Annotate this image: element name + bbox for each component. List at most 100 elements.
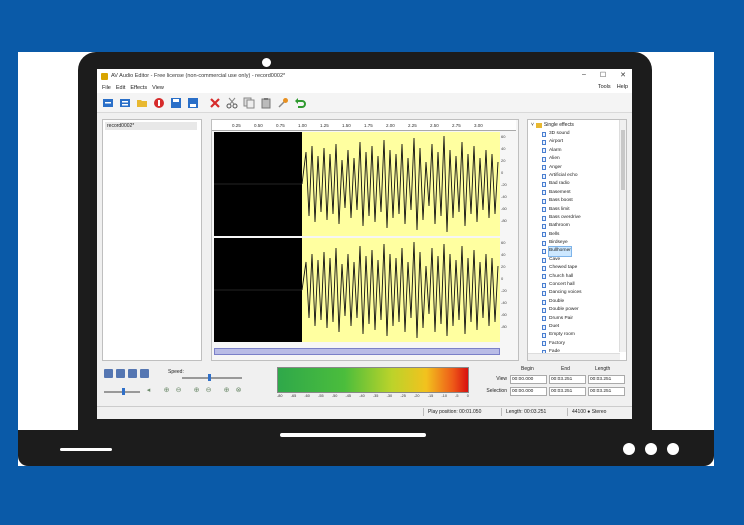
meter-scale-label: 0 xyxy=(466,394,469,398)
effect-item[interactable]: 3D sound xyxy=(542,130,618,138)
effect-file-icon xyxy=(542,307,546,313)
view-begin-field[interactable]: 00:00.000 xyxy=(510,375,547,384)
effect-item[interactable]: Bad radio xyxy=(542,180,618,188)
zoom-reset-icon[interactable]: ⊗ xyxy=(234,387,243,395)
speaker-icon[interactable]: ◂ xyxy=(144,387,153,395)
waveform-right xyxy=(214,241,499,339)
effect-file-icon xyxy=(542,324,546,330)
effect-item[interactable]: Basement xyxy=(542,189,618,197)
effect-label: 3D sound xyxy=(549,131,570,136)
effect-item[interactable]: Factory xyxy=(542,340,618,348)
effect-item[interactable]: Double power xyxy=(542,306,618,314)
menu-file[interactable]: File xyxy=(102,85,111,91)
waveform-area[interactable]: 0.25 0.50 0.75 1.00 1.25 1.50 1.75 2.00 … xyxy=(211,119,519,361)
minimize-button[interactable]: – xyxy=(582,71,586,79)
zoom-fit-icon[interactable]: ⊕ xyxy=(222,387,231,395)
effect-label: Artificial echo xyxy=(549,172,578,178)
menu-tools[interactable]: Tools xyxy=(598,84,611,90)
view-end-field[interactable]: 00:03.251 xyxy=(549,375,586,384)
copy-icon[interactable] xyxy=(242,96,256,110)
meter-scale-label: -65 xyxy=(290,394,297,398)
selection-length-field[interactable]: 00:03.251 xyxy=(588,387,625,396)
level-meter-scale: -80 -65 -60 -55 -50 -45 -40 -35 -30 -25 -20 -15 -10-… xyxy=(277,394,469,401)
effect-label: Chewed tape xyxy=(549,265,578,271)
selection-begin-field[interactable]: 00:00.000 xyxy=(510,387,547,396)
effects-scrollbar[interactable] xyxy=(619,120,626,352)
waveform-track-left[interactable] xyxy=(214,132,500,236)
effect-item[interactable]: Concert hall xyxy=(542,281,618,289)
selection-end-field[interactable]: 00:03.251 xyxy=(549,387,586,396)
undo-icon[interactable] xyxy=(293,96,307,110)
effects-scrollbar-thumb[interactable] xyxy=(621,130,625,190)
pause-button[interactable] xyxy=(128,369,137,378)
import-icon[interactable] xyxy=(101,96,115,110)
effect-item[interactable]: Anger xyxy=(542,164,618,172)
effect-item[interactable]: Double xyxy=(542,298,618,306)
play-button[interactable] xyxy=(104,369,113,378)
menu-effects[interactable]: Effects xyxy=(130,85,147,91)
speed-slider-track[interactable] xyxy=(182,377,242,379)
effect-item[interactable]: Bass overdrive xyxy=(542,214,618,222)
waveform-track-right[interactable] xyxy=(214,238,500,342)
meter-scale-label: -35 xyxy=(372,394,379,398)
zoom-out-icon[interactable]: ⊖ xyxy=(174,387,183,395)
save-as-icon[interactable] xyxy=(186,96,200,110)
effect-file-icon xyxy=(542,182,546,188)
effect-label: Factory xyxy=(549,340,565,346)
file-list-panel: record0002* xyxy=(102,119,202,361)
effects-horizontal-scrollbar[interactable] xyxy=(528,353,620,360)
effect-item[interactable]: Artificial echo xyxy=(542,172,618,180)
zoom-selection-icon[interactable]: ⊕ xyxy=(192,387,201,395)
effect-item[interactable]: Bass boost xyxy=(542,197,618,205)
loop-button[interactable] xyxy=(116,369,125,378)
effect-item[interactable]: Church hall xyxy=(542,273,618,281)
record-icon[interactable] xyxy=(152,96,166,110)
effect-item[interactable]: Empty room xyxy=(542,331,618,339)
close-button[interactable]: ✕ xyxy=(620,71,626,79)
menu-help[interactable]: Help xyxy=(617,84,628,90)
chevron-down-icon[interactable]: ˅ xyxy=(531,122,534,128)
effect-item[interactable]: Birdseye xyxy=(542,239,618,247)
effect-item[interactable]: Alien xyxy=(542,155,618,163)
stop-button[interactable] xyxy=(140,369,149,378)
effect-item[interactable]: Bathroom xyxy=(542,222,618,230)
menu-view[interactable]: View xyxy=(152,85,164,91)
zoom-full-icon[interactable]: ⊖ xyxy=(204,387,213,395)
view-length-field[interactable]: 00:03.251 xyxy=(588,375,625,384)
export-icon[interactable] xyxy=(118,96,132,110)
effect-file-icon xyxy=(542,249,546,255)
save-icon[interactable] xyxy=(169,96,183,110)
effect-item[interactable]: Drums Pair xyxy=(542,315,618,323)
effect-label: Anger xyxy=(549,164,562,170)
ruler-tick: 3.00 xyxy=(474,123,483,128)
meter-scale-label: -50 xyxy=(331,394,338,398)
effect-file-icon xyxy=(542,333,546,339)
effect-item[interactable]: Bullhorner xyxy=(542,246,618,257)
maximize-button[interactable]: ☐ xyxy=(600,71,606,79)
microphone-icon[interactable] xyxy=(276,96,290,110)
zoom-in-icon[interactable]: ⊕ xyxy=(162,387,171,395)
play-position: Play position: 00:01.050 xyxy=(423,408,481,416)
effect-item[interactable]: Duet xyxy=(542,323,618,331)
file-item[interactable]: record0002* xyxy=(105,122,197,130)
effect-label: Double power xyxy=(549,307,579,313)
effect-item[interactable]: Chewed tape xyxy=(542,264,618,272)
effect-label: Bass boost xyxy=(549,198,573,204)
meter-scale-label: -5 xyxy=(455,394,459,398)
effect-item[interactable]: Dancing voices xyxy=(542,289,618,297)
volume-slider-knob[interactable] xyxy=(122,388,125,395)
effect-item[interactable]: Airport xyxy=(542,138,618,146)
effect-item[interactable]: Bells xyxy=(542,231,618,239)
effect-item[interactable]: Alarm xyxy=(542,147,618,155)
waveform-left xyxy=(214,135,499,233)
open-folder-icon[interactable] xyxy=(135,96,149,110)
speed-slider-knob[interactable] xyxy=(208,374,211,381)
effect-item[interactable]: Cave xyxy=(542,256,618,264)
effects-tree-root[interactable]: ˅ Single effects xyxy=(531,122,574,128)
menu-edit[interactable]: Edit xyxy=(116,85,125,91)
delete-icon[interactable] xyxy=(208,96,222,110)
paste-icon[interactable] xyxy=(259,96,273,110)
cut-icon[interactable] xyxy=(225,96,239,110)
effect-item[interactable]: Bass limit xyxy=(542,206,618,214)
waveform-scrollbar[interactable] xyxy=(214,348,500,355)
